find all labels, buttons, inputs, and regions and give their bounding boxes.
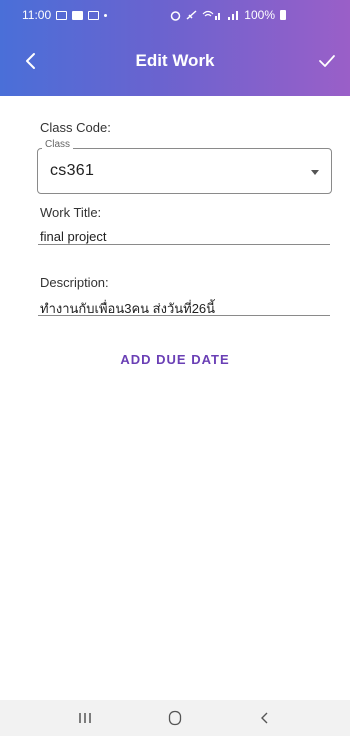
status-bar: 11:00 100% (0, 0, 350, 30)
status-time: 11:00 (22, 8, 52, 22)
page-title: Edit Work (135, 51, 215, 70)
class-code-label: Class Code: (40, 120, 111, 135)
description-underline (38, 315, 330, 316)
wifi-icon (202, 10, 221, 20)
home-button[interactable] (155, 706, 195, 730)
save-button[interactable] (314, 48, 340, 74)
status-left: 11:00 (22, 8, 108, 22)
description-label: Description: (40, 275, 109, 290)
app-bar: Edit Work (0, 30, 350, 92)
recent-apps-button[interactable] (65, 706, 105, 730)
home-icon (168, 710, 182, 726)
check-icon (319, 55, 335, 67)
notification-dot-icon (104, 13, 108, 17)
back-button[interactable] (18, 48, 44, 74)
battery-icon (280, 10, 286, 20)
add-due-date-button[interactable]: ADD DUE DATE (0, 352, 350, 367)
class-select-legend: Class (42, 139, 74, 150)
header: 11:00 100% Edit Work (0, 0, 350, 96)
mute-icon (186, 9, 197, 20)
signal-icon (228, 10, 239, 20)
alarm-icon (171, 10, 181, 21)
gallery-icon (56, 10, 68, 20)
battery-percent: 100% (244, 8, 275, 22)
photo-icon (72, 10, 84, 20)
class-select-value: cs361 (50, 162, 95, 179)
recent-apps-icon (79, 713, 91, 723)
work-title-input[interactable]: final project (40, 229, 106, 244)
chevron-left-icon (26, 53, 35, 69)
chat-icon (88, 10, 100, 20)
status-right: 100% (170, 8, 286, 22)
dropdown-arrow-icon[interactable] (311, 170, 319, 175)
work-title-underline (38, 244, 330, 245)
back-icon (261, 712, 268, 724)
system-nav-bar (0, 700, 350, 736)
work-title-label: Work Title: (40, 205, 102, 220)
system-back-button[interactable] (245, 706, 285, 730)
